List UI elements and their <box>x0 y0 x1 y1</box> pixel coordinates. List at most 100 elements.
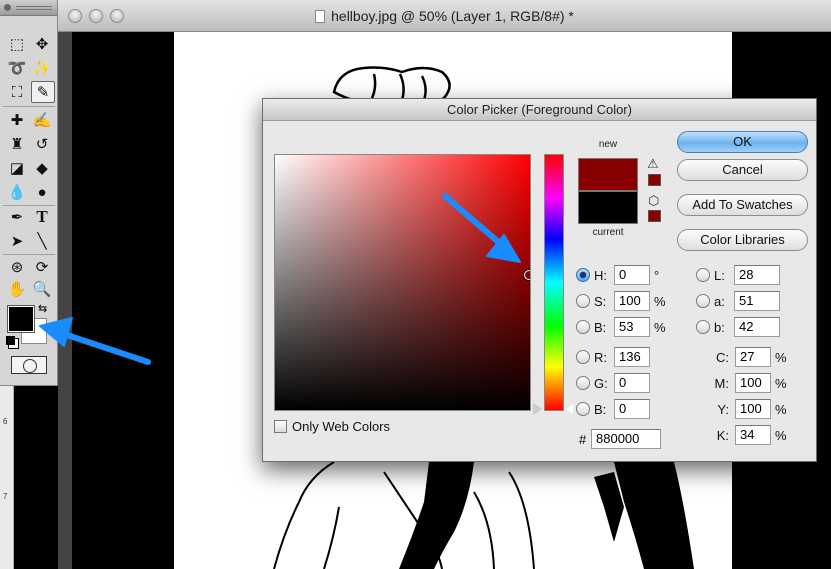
color-field[interactable] <box>274 154 531 411</box>
zoom-tool-icon[interactable]: 🔍 <box>30 278 54 300</box>
eyedropper-tool-icon[interactable]: ✎ <box>31 81 55 103</box>
clone-stamp-tool-icon[interactable]: ♜ <box>5 133 29 155</box>
lightness-field[interactable]: 28 <box>734 265 780 285</box>
brush-tool-icon[interactable]: ✍ <box>30 109 54 131</box>
a-channel-row: a: 51 <box>696 291 780 311</box>
b-channel-row: b: 42 <box>696 317 780 337</box>
healing-brush-tool-icon[interactable]: ✚ <box>5 109 29 131</box>
b-channel-radio[interactable] <box>696 320 710 334</box>
document-titlebar: hellboy.jpg @ 50% (Layer 1, RGB/8#) * <box>58 0 831 32</box>
marquee-tool-icon[interactable]: ⬚ <box>5 33 29 55</box>
line-tool-icon[interactable]: ╲ <box>30 230 54 252</box>
history-brush-tool-icon[interactable]: ↺ <box>30 133 54 155</box>
cyan-unit: % <box>775 349 787 365</box>
path-selection-tool-icon[interactable]: ➤ <box>5 230 29 252</box>
add-to-swatches-button[interactable]: Add To Swatches <box>677 194 808 216</box>
3d-orbit-tool-icon[interactable]: ⟳ <box>30 256 54 278</box>
dodge-tool-icon[interactable]: ● <box>30 181 54 203</box>
quick-mask-button[interactable] <box>11 356 47 374</box>
hue-unit: ° <box>654 267 660 283</box>
pen-tool-icon[interactable]: ✒ <box>5 206 29 228</box>
out-of-gamut-warning-icon[interactable]: ⚠ <box>647 156 659 172</box>
brightness-radio[interactable] <box>576 320 590 334</box>
cyan-field[interactable]: 27 <box>735 347 771 367</box>
hue-slider-left-arrow-icon[interactable] <box>534 404 541 414</box>
saturation-unit: % <box>654 293 666 309</box>
new-label: new <box>598 139 618 150</box>
hue-row: H: 0 ° <box>576 265 659 285</box>
3d-rotate-tool-icon[interactable]: ⊛ <box>5 256 29 278</box>
current-color-swatch[interactable] <box>578 191 638 224</box>
red-field[interactable]: 136 <box>614 347 650 367</box>
black-field[interactable]: 34 <box>735 425 771 445</box>
palette-divider <box>3 106 55 107</box>
web-safe-warning-icon[interactable]: ⬡ <box>648 193 659 209</box>
document-icon <box>315 10 326 23</box>
lasso-tool-icon[interactable]: ➰ <box>5 57 29 79</box>
green-field[interactable]: 0 <box>614 373 650 393</box>
hex-field[interactable]: 880000 <box>591 429 661 449</box>
lightness-radio[interactable] <box>696 268 710 282</box>
a-channel-field[interactable]: 51 <box>734 291 780 311</box>
magic-wand-tool-icon[interactable]: ✨ <box>30 57 54 79</box>
web-safe-color-chip[interactable] <box>648 210 661 222</box>
brightness-field[interactable]: 53 <box>614 317 650 337</box>
red-row: R: 136 <box>576 347 650 367</box>
palette-divider <box>3 254 55 255</box>
color-picker-dialog: Color Picker (Foreground Color) new curr… <box>262 98 817 462</box>
eraser-tool-icon[interactable]: ◪ <box>5 157 29 179</box>
black-row: K: 34 % <box>709 425 787 445</box>
yellow-row: Y: 100 % <box>709 399 787 419</box>
type-tool-icon[interactable]: T <box>30 206 54 228</box>
ok-button[interactable]: OK <box>677 131 808 153</box>
blue-field[interactable]: 0 <box>614 399 650 419</box>
gamut-color-chip[interactable] <box>648 174 661 186</box>
blue-row: B: 0 <box>576 399 650 419</box>
tool-palette-header[interactable] <box>0 0 57 16</box>
hex-row: # 880000 <box>579 429 661 449</box>
saturation-row: S: 100 % <box>576 291 666 311</box>
only-web-colors-row: Only Web Colors <box>274 419 390 434</box>
hue-slider-right-arrow-icon[interactable] <box>566 404 573 414</box>
hue-label: H: <box>594 267 607 283</box>
hue-radio[interactable] <box>576 268 590 282</box>
b-channel-field[interactable]: 42 <box>734 317 780 337</box>
brightness-row: B: 53 % <box>576 317 666 337</box>
dialog-title: Color Picker (Foreground Color) <box>263 99 816 121</box>
saturation-field[interactable]: 100 <box>614 291 650 311</box>
saturation-label: S: <box>594 293 607 309</box>
ruler-mark: 7 <box>3 492 8 501</box>
ruler-mark: 6 <box>3 417 8 426</box>
crop-tool-icon[interactable]: ⛶ <box>5 81 29 103</box>
green-radio[interactable] <box>576 376 590 390</box>
hand-tool-icon[interactable]: ✋ <box>5 278 29 300</box>
pasteboard-edge <box>58 32 72 569</box>
a-channel-label: a: <box>714 293 725 309</box>
blue-label: B: <box>594 401 607 417</box>
blue-radio[interactable] <box>576 402 590 416</box>
magenta-field[interactable]: 100 <box>735 373 771 393</box>
hue-field[interactable]: 0 <box>614 265 650 285</box>
tool-palette: ⬚ ✥ ➰ ✨ ⛶ ✎ ✚ ✍ ♜ ↺ ◪ ◆ 💧 ● ✒ T ➤ ╲ ⊛ ⟳ … <box>0 0 58 386</box>
saturation-radio[interactable] <box>576 294 590 308</box>
magenta-label: M: <box>714 375 729 391</box>
blur-tool-icon[interactable]: 💧 <box>5 181 29 203</box>
color-field-marker[interactable] <box>524 269 530 280</box>
yellow-field[interactable]: 100 <box>735 399 771 419</box>
move-tool-icon[interactable]: ✥ <box>30 33 54 55</box>
a-channel-radio[interactable] <box>696 294 710 308</box>
cancel-button[interactable]: Cancel <box>677 159 808 181</box>
brightness-label: B: <box>594 319 607 335</box>
green-row: G: 0 <box>576 373 650 393</box>
default-colors-icon[interactable] <box>6 336 15 345</box>
foreground-color-swatch[interactable] <box>7 305 35 333</box>
swap-colors-icon[interactable]: ⇆ <box>38 302 47 315</box>
red-radio[interactable] <box>576 350 590 364</box>
paint-bucket-tool-icon[interactable]: ◆ <box>30 157 54 179</box>
palette-grip-icon <box>16 6 52 10</box>
hex-label: # <box>579 431 587 447</box>
color-libraries-button[interactable]: Color Libraries <box>677 229 808 251</box>
palette-close-icon[interactable] <box>4 4 11 11</box>
only-web-colors-checkbox[interactable] <box>274 420 287 433</box>
hue-slider[interactable] <box>544 154 564 411</box>
